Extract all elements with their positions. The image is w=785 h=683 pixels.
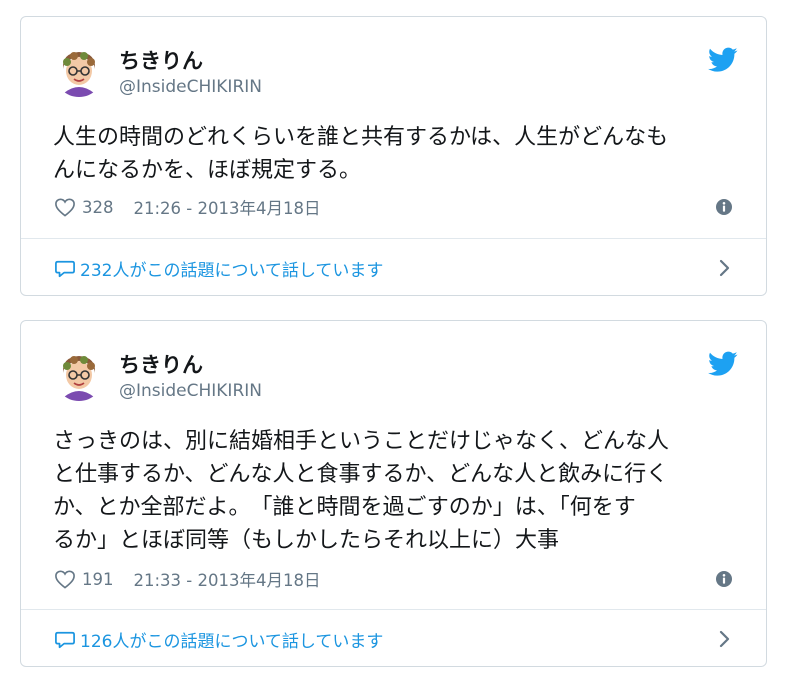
tweet-text-line: るか」とほぼ同等（もしかしたらそれ以上に）大事 (53, 528, 560, 553)
conversation-label[interactable]: 232人がこの話題について話しています (80, 256, 383, 281)
divider (21, 609, 766, 610)
tweet-meta: 191 21:33 - 2013年4月18日 (54, 567, 320, 591)
tweet-text-line: と仕事するか、どんな人と食事するか、どんな人と飲みに行く (53, 462, 669, 487)
chevron-right-icon[interactable] (718, 629, 732, 649)
tweet-meta: 328 21:26 - 2013年4月18日 (54, 195, 320, 219)
like-count[interactable]: 191 (82, 570, 114, 589)
tweet-card: ちきりん @InsideCHIKIRIN 人生の時間のどれくらいを誰と共有するか… (20, 16, 767, 296)
tweet-text-line: さっきのは、別に結婚相手ということだけじゃなく、どんな人 (53, 429, 670, 454)
heart-icon[interactable] (54, 569, 76, 589)
timestamp[interactable]: 21:26 - 2013年4月18日 (134, 195, 321, 219)
tweet-card: ちきりん @InsideCHIKIRIN さっきのは、別に結婚相手ということだけ… (20, 320, 767, 667)
twitter-bird-icon[interactable] (708, 351, 738, 377)
chevron-right-icon[interactable] (718, 258, 732, 278)
twitter-bird-icon[interactable] (708, 47, 738, 73)
tweet-text: さっきのは、別に結婚相手ということだけじゃなく、どんな人 と仕事するか、どんな人… (53, 425, 743, 557)
timestamp[interactable]: 21:33 - 2013年4月18日 (134, 567, 321, 591)
conversation-label[interactable]: 126人がこの話題について話しています (80, 627, 383, 652)
conversation-link[interactable]: 232人がこの話題について話しています (54, 256, 383, 281)
author-name[interactable]: ちきりん (119, 45, 203, 75)
tweet-text-line: んになるかを、ほぼ規定する。 (53, 158, 362, 183)
speech-bubble-icon (55, 631, 75, 648)
info-icon[interactable] (716, 199, 732, 215)
avatar[interactable] (54, 351, 104, 401)
avatar[interactable] (54, 47, 104, 97)
avatar-icon (54, 47, 104, 97)
tweet-text: 人生の時間のどれくらいを誰と共有するかは、人生がどんなも んになるかを、ほぼ規定… (53, 121, 743, 187)
tweet-text-line: か、とか全部だよ。 「誰と時間を過ごすのか」は、「何をす (53, 495, 636, 520)
author-handle[interactable]: @InsideCHIKIRIN (119, 77, 262, 97)
heart-icon[interactable] (54, 197, 76, 217)
avatar-icon (54, 351, 104, 401)
speech-bubble-icon (55, 260, 75, 277)
tweet-text-line: 人生の時間のどれくらいを誰と共有するかは、人生がどんなも (53, 125, 669, 150)
info-icon[interactable] (716, 571, 732, 587)
author-handle[interactable]: @InsideCHIKIRIN (119, 381, 262, 401)
like-count[interactable]: 328 (82, 198, 114, 217)
author-name[interactable]: ちきりん (119, 349, 203, 379)
conversation-link[interactable]: 126人がこの話題について話しています (54, 627, 383, 652)
divider (21, 238, 766, 239)
